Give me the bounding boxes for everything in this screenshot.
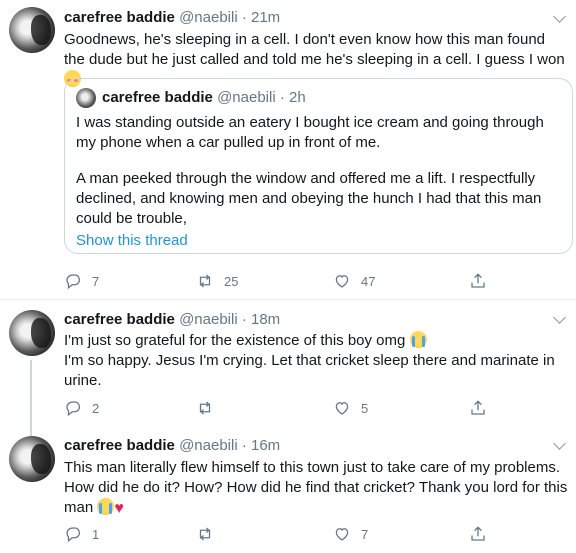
user-handle[interactable]: @naebili [179, 9, 238, 26]
chevron-down-icon[interactable] [553, 10, 566, 23]
crying-face-emoji-icon [97, 498, 115, 515]
timestamp[interactable]: 21m [251, 9, 280, 26]
share-icon [471, 273, 485, 288]
avatar[interactable] [9, 436, 55, 482]
display-name[interactable]: carefree baddie [64, 311, 175, 328]
tweet-header: carefree baddie @naebili · 16m [64, 436, 280, 456]
retweet-button[interactable]: 25 [196, 271, 238, 291]
display-name[interactable]: carefree baddie [64, 9, 175, 26]
tweet-actions: 1 7 [64, 524, 534, 544]
display-name[interactable]: carefree baddie [64, 437, 175, 454]
retweet-icon [199, 274, 211, 288]
quoted-text-paragraph-2: A man peeked through the window and offe… [76, 170, 542, 227]
user-handle[interactable]: @naebili [179, 311, 238, 328]
user-handle[interactable]: @naebili [179, 437, 238, 454]
reply-icon [66, 527, 81, 543]
tweet-actions: 2 5 [64, 398, 534, 418]
separator-dot: · [241, 9, 247, 26]
timestamp[interactable]: 16m [251, 437, 280, 454]
reply-button[interactable]: 2 [64, 398, 99, 418]
thread-line [30, 360, 32, 428]
reply-count: 1 [92, 526, 100, 542]
like-count: 5 [361, 400, 369, 416]
heart-icon [335, 275, 349, 288]
like-count: 47 [361, 273, 376, 289]
avatar[interactable] [9, 7, 55, 53]
reply-icon [66, 274, 81, 290]
avatar[interactable] [9, 310, 55, 356]
share-button[interactable] [469, 524, 487, 544]
quoted-handle: @naebili [217, 89, 276, 106]
separator-dot: · [241, 311, 247, 328]
tweet-actions: 7 25 47 [64, 271, 534, 291]
quoted-avatar [76, 88, 96, 108]
share-button[interactable] [469, 398, 487, 418]
tweet-text: I'm just so grateful for the existence o… [64, 331, 559, 389]
chevron-down-icon[interactable] [553, 437, 566, 450]
timestamp[interactable]: 18m [251, 311, 280, 328]
crying-face-emoji-icon [409, 331, 427, 348]
reply-button[interactable]: 1 [64, 524, 99, 544]
like-button[interactable]: 7 [333, 524, 368, 544]
retweet-count: 25 [224, 273, 239, 289]
quoted-display-name: carefree baddie [102, 89, 213, 106]
share-icon [471, 400, 485, 415]
quoted-timestamp: 2h [289, 89, 306, 106]
share-icon [471, 526, 485, 541]
reply-count: 7 [92, 273, 100, 289]
share-button[interactable] [469, 271, 487, 291]
reply-count: 2 [92, 400, 100, 416]
tweet-3[interactable]: carefree baddie @naebili · 16m This man … [0, 428, 576, 553]
heart-icon [335, 528, 349, 541]
heart-icon [335, 402, 349, 415]
red-heart-emoji-icon: ♥ [114, 500, 124, 517]
thread-line [30, 428, 32, 436]
separator-dot: · [241, 437, 247, 454]
tweet-header: carefree baddie @naebili · 18m [64, 310, 280, 330]
chevron-down-icon[interactable] [553, 311, 566, 324]
quoted-tweet[interactable]: carefree baddie @naebili · 2h I was stan… [64, 78, 573, 254]
quoted-text-paragraph-1: I was standing outside an eatery I bough… [76, 114, 544, 151]
like-button[interactable]: 5 [333, 398, 368, 418]
like-count: 7 [361, 526, 369, 542]
like-button[interactable]: 47 [333, 271, 375, 291]
retweet-button[interactable] [196, 398, 224, 418]
tweet-2[interactable]: carefree baddie @naebili · 18m I'm just … [0, 300, 576, 428]
show-thread-link[interactable]: Show this thread [76, 231, 188, 251]
tweet-text: This man literally flew himself to this … [64, 459, 572, 517]
retweet-icon [199, 527, 211, 541]
retweet-button[interactable] [196, 524, 224, 544]
tweet-1[interactable]: carefree baddie @naebili · 21m Goodnews,… [0, 0, 576, 300]
tweet-header: carefree baddie @naebili · 21m [64, 8, 280, 28]
reply-button[interactable]: 7 [64, 271, 99, 291]
quoted-header: carefree baddie @naebili · 2h [102, 88, 306, 108]
reply-icon [66, 401, 81, 417]
separator-dot: · [279, 89, 285, 106]
retweet-icon [199, 401, 211, 415]
